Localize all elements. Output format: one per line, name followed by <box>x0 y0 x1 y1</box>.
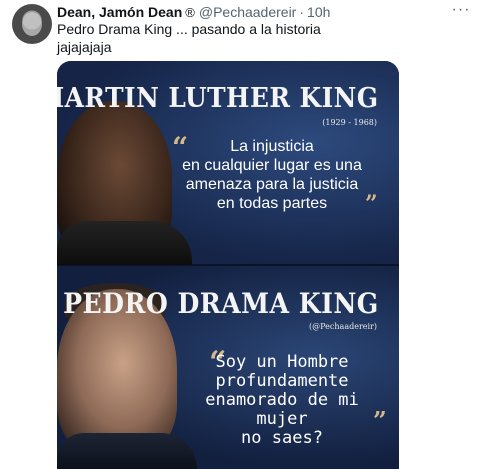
separator-dot: · <box>299 4 305 20</box>
close-quote-mark: ” <box>365 191 378 217</box>
tweet-media-image[interactable]: MARTIN LUTHER KING (1929 - 1968) “ La in… <box>57 61 399 469</box>
tweet-timestamp[interactable]: 10h <box>307 4 330 20</box>
author-name[interactable]: Dean, Jamón Dean <box>57 4 182 20</box>
close-quote-mark: ” <box>373 406 387 435</box>
tweet-header: Dean, Jamón Dean ® @Pechaadereir · 10h <box>57 2 330 22</box>
pds-suit <box>57 433 197 469</box>
mlk-quote: La injusticia en cualquier lugar es una … <box>182 138 362 212</box>
tweet-text: Pedro Drama King ... pasando a la histor… <box>57 21 321 55</box>
more-options-icon[interactable]: ··· <box>451 2 471 22</box>
author-handle[interactable]: @Pechaadereir <box>199 4 297 20</box>
registered-badge: ® <box>185 4 195 20</box>
pds-credit: (@Pechaadereir) <box>309 322 377 331</box>
pds-title: PEDRO DRAMA KING <box>63 287 379 320</box>
mlk-suit <box>57 221 192 265</box>
mlk-dates: (1929 - 1968) <box>322 118 377 127</box>
mlk-title: MARTIN LUTHER KING <box>57 83 379 114</box>
pds-quote: Soy un Hombre profundamente enamorado de… <box>205 352 359 448</box>
author-avatar[interactable] <box>12 4 52 44</box>
